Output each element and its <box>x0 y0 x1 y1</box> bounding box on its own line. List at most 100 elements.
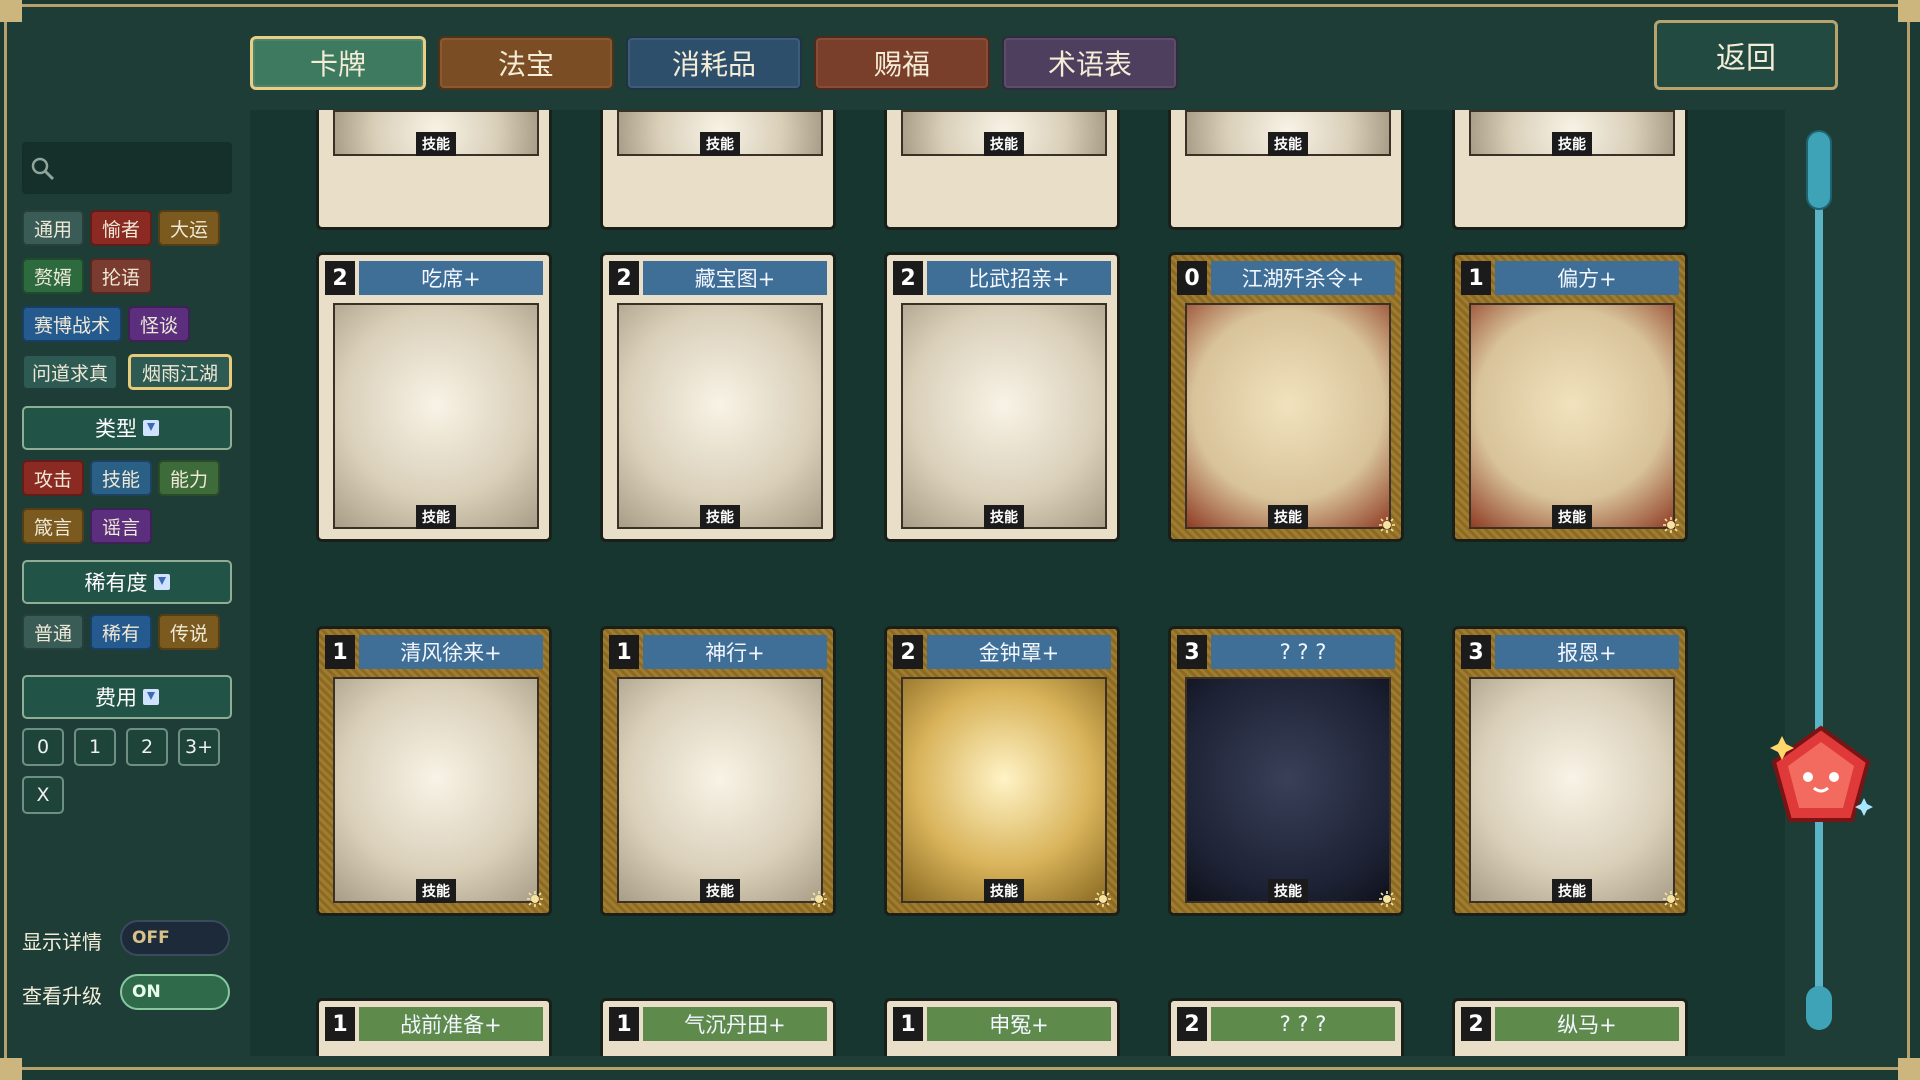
card-type-tag: 技能 <box>1552 879 1592 903</box>
card-name: 金钟罩+ <box>927 635 1111 669</box>
class-filter-chip[interactable]: 怪谈 <box>128 306 190 342</box>
tab-consumables[interactable]: 消耗品 <box>626 36 802 90</box>
card-cost: 2 <box>1461 1007 1491 1041</box>
card-art-map: 技能 <box>617 303 823 529</box>
card[interactable]: 3? ? ? 技能 <box>1168 626 1404 916</box>
class-filter-chip[interactable]: 抡语 <box>90 258 152 294</box>
card-name: ? ? ? <box>1211 1007 1395 1041</box>
card-art-wanted: 技能 <box>1185 303 1391 529</box>
card[interactable]: 3 报恩+ 技能 <box>1452 626 1688 916</box>
scroll-track[interactable] <box>1815 150 1823 1010</box>
rarity-filter-chip[interactable]: 普通 <box>22 614 84 650</box>
download-arrow-icon <box>143 689 159 705</box>
card[interactable]: 2 金钟罩+ 技能 <box>884 626 1120 916</box>
card-name: 申冤+ <box>927 1007 1111 1041</box>
type-filter-chip[interactable]: 箴言 <box>22 508 84 544</box>
class-filter-chip[interactable]: 大运 <box>158 210 220 246</box>
card-name: 报恩+ <box>1495 635 1679 669</box>
card-cost: 1 <box>609 635 639 669</box>
card[interactable]: 0 江湖歼杀令+ 技能 <box>1168 252 1404 542</box>
cost-filter-chip[interactable]: 2 <box>126 728 168 766</box>
type-filter-chip[interactable]: 谣言 <box>90 508 152 544</box>
card-art-arena: 技能 <box>901 303 1107 529</box>
card-name: 江湖歼杀令+ <box>1211 261 1395 295</box>
sun-icon <box>1663 891 1679 907</box>
card-art: 技能 <box>617 110 823 156</box>
card[interactable]: 1 清风徐来+ 技能 <box>316 626 552 916</box>
rarity-section-button[interactable]: 稀有度 <box>22 560 232 604</box>
card-grid: 技能 技能 技能 技能 技能 2 吃席+ 技能 2 藏宝图+ 技能 2 比武招亲+ 技能 0 江湖歼杀令+ 技能… <box>250 110 1785 1056</box>
cost-filter-chip[interactable]: X <box>22 776 64 814</box>
cost-filter-chip[interactable]: 3+ <box>178 728 220 766</box>
card-type-tag: 技能 <box>700 505 740 529</box>
cost-section-button[interactable]: 费用 <box>22 675 232 719</box>
card[interactable]: 1 气沉丹田+ <box>600 998 836 1056</box>
frame-corner-ornament <box>0 0 22 22</box>
card-name: 气沉丹田+ <box>643 1007 827 1041</box>
card[interactable]: 2 吃席+ 技能 <box>316 252 552 542</box>
card[interactable]: 2 藏宝图+ 技能 <box>600 252 836 542</box>
card[interactable]: 1 偏方+ 技能 <box>1452 252 1688 542</box>
card[interactable]: 2? ? ? <box>1168 998 1404 1056</box>
tab-glossary[interactable]: 术语表 <box>1002 36 1178 90</box>
rarity-filter-chip[interactable]: 稀有 <box>90 614 152 650</box>
rarity-section-label: 稀有度 <box>84 571 148 595</box>
type-filter-chip[interactable]: 技能 <box>90 460 152 496</box>
view-upgrade-toggle[interactable]: ON <box>120 974 230 1010</box>
search-icon <box>31 157 55 181</box>
card[interactable]: 1 神行+ 技能 <box>600 626 836 916</box>
tab-cards[interactable]: 卡牌 <box>250 36 426 90</box>
card-cost: 2 <box>1177 1007 1207 1041</box>
card[interactable]: 2 比武招亲+ 技能 <box>884 252 1120 542</box>
card-type-tag: 技能 <box>984 879 1024 903</box>
mascot-gem-icon[interactable] <box>1766 722 1876 832</box>
cost-filter-chip[interactable]: 1 <box>74 728 116 766</box>
card-type-tag: 技能 <box>416 505 456 529</box>
class-filter-chip[interactable]: 愉者 <box>90 210 152 246</box>
view-upgrade-label: 查看升级 <box>22 984 102 1008</box>
card[interactable]: 1 战前准备+ <box>316 998 552 1056</box>
rarity-filter-chip[interactable]: 传说 <box>158 614 220 650</box>
class-filter-chip[interactable]: 烟雨江湖 <box>128 354 232 390</box>
filter-sidebar <box>22 142 232 194</box>
download-arrow-icon <box>153 574 170 590</box>
card[interactable]: 技能 <box>600 110 836 230</box>
back-button[interactable]: 返回 <box>1654 20 1838 90</box>
scroll-thumb[interactable] <box>1806 130 1832 210</box>
card-type-tag: 技能 <box>416 879 456 903</box>
tab-blessings[interactable]: 赐福 <box>814 36 990 90</box>
cost-filter-chip[interactable]: 0 <box>22 728 64 766</box>
card[interactable]: 1 申冤+ <box>884 998 1120 1056</box>
card[interactable]: 2 纵马+ <box>1452 998 1688 1056</box>
class-filter-chip[interactable]: 赛博战术 <box>22 306 122 342</box>
card-cost: 1 <box>893 1007 923 1041</box>
card-art: 技能 <box>1185 110 1391 156</box>
card-cost: 1 <box>325 1007 355 1041</box>
download-arrow-icon <box>143 420 159 436</box>
card-cost: 0 <box>1177 261 1207 295</box>
search-input[interactable] <box>22 142 232 194</box>
type-section-button[interactable]: 类型 <box>22 406 232 450</box>
card[interactable]: 技能 <box>316 110 552 230</box>
card-name: 偏方+ <box>1495 261 1679 295</box>
card-art: 技能 <box>1469 110 1675 156</box>
card-cost: 2 <box>609 261 639 295</box>
card-type-tag: 技能 <box>1552 132 1592 156</box>
card-name: 藏宝图+ <box>643 261 827 295</box>
card-cost: 3 <box>1461 635 1491 669</box>
type-filter-chip[interactable]: 攻击 <box>22 460 84 496</box>
card[interactable]: 技能 <box>884 110 1120 230</box>
card-type-tag: 技能 <box>984 132 1024 156</box>
scrollbar[interactable] <box>1806 130 1832 1030</box>
class-filter-chip[interactable]: 问道求真 <box>22 354 118 390</box>
card-art: 技能 <box>333 110 539 156</box>
class-filter-chip[interactable]: 通用 <box>22 210 84 246</box>
show-details-toggle[interactable]: OFF <box>120 920 230 956</box>
card[interactable]: 技能 <box>1168 110 1404 230</box>
card[interactable]: 技能 <box>1452 110 1688 230</box>
tab-artifacts[interactable]: 法宝 <box>438 36 614 90</box>
type-filter-chip[interactable]: 能力 <box>158 460 220 496</box>
card-cost: 2 <box>893 635 923 669</box>
class-filter-chip[interactable]: 赘婿 <box>22 258 84 294</box>
card-name: 战前准备+ <box>359 1007 543 1041</box>
